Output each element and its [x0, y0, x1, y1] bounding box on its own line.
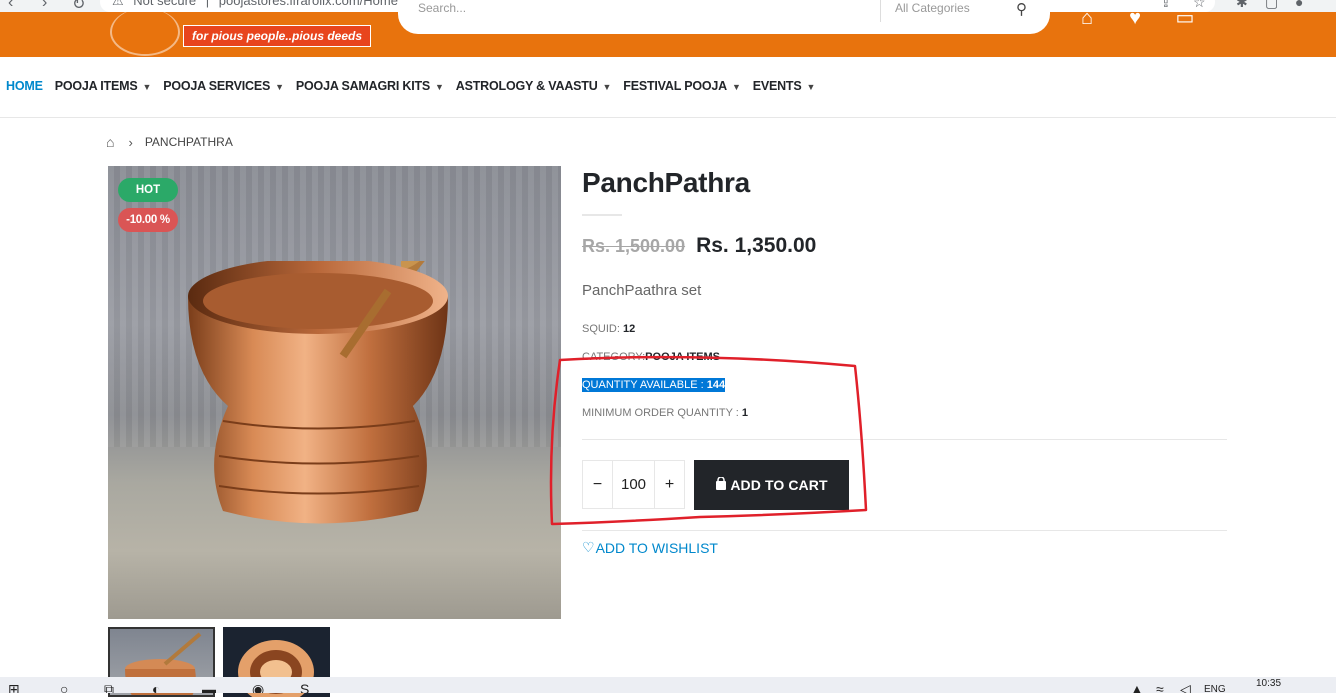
nav-item-pooja-samagri-kits[interactable]: POOJA SAMAGRI KITS ▼ [296, 79, 444, 93]
quantity-available-value: 144 [706, 379, 726, 391]
chevron-right-icon: › [128, 134, 133, 150]
product-title: PanchPathra [582, 167, 750, 198]
back-icon[interactable]: ‹ [8, 0, 13, 12]
add-to-cart-button[interactable]: ADD TO CART [694, 460, 849, 510]
network-icon[interactable]: ▲ [1130, 681, 1144, 693]
category-row: CATEGORY:POOJA ITEMS [582, 351, 720, 363]
nav-list: HOME POOJA ITEMS ▼ POOJA SERVICES ▼ POOJA … [6, 79, 827, 93]
file-explorer-icon[interactable]: ▬ [202, 681, 216, 693]
windows-taskbar: ⊞ ○ ⧉ ◐ ▬ ◉ S ▲ ≈ ◁ ENG 10:35 [0, 677, 1336, 693]
main-nav: HOME POOJA ITEMS ▼ POOJA SERVICES ▼ POOJA … [0, 57, 1336, 118]
selected-text: QUANTITY AVAILABLE : 144 [582, 378, 726, 392]
logo-icon[interactable] [110, 8, 180, 56]
category-select[interactable]: All Categories [880, 0, 1008, 22]
edge-icon[interactable]: ◐ [152, 681, 160, 693]
chevron-down-icon: ▼ [435, 82, 444, 92]
old-price: Rs. 1,500.00 [582, 236, 686, 256]
breadcrumb: ⌂ › PANCHPATHRA [106, 134, 233, 150]
add-to-cart-label: ADD TO CART [730, 477, 828, 493]
task-view-icon[interactable]: ⧉ [104, 681, 114, 693]
nav-item-pooja-items[interactable]: POOJA ITEMS ▼ [55, 79, 152, 93]
title-divider [582, 214, 622, 216]
breadcrumb-current: PANCHPATHRA [144, 135, 233, 149]
search-icon[interactable]: ⚲ [1016, 0, 1027, 18]
minimum-order-row: MINIMUM ORDER QUANTITY : 1 [582, 407, 749, 419]
nav-item-home[interactable]: HOME [6, 79, 43, 93]
clock[interactable]: 10:35 [1256, 678, 1281, 689]
profile-avatar-icon[interactable]: ● [1295, 0, 1303, 10]
windows-start-icon[interactable]: ⊞ [8, 681, 20, 693]
chevron-down-icon: ▼ [806, 82, 816, 92]
not-secure-label: Not secure [133, 0, 197, 8]
chevron-down-icon: ▼ [142, 82, 152, 92]
squid-value: 12 [622, 323, 636, 335]
quantity-available-row: QUANTITY AVAILABLE : 144 [582, 378, 726, 392]
forward-icon[interactable]: › [42, 0, 47, 12]
minimum-order-value: 1 [741, 407, 749, 419]
new-price: Rs. 1,350.00 [696, 234, 817, 257]
chrome-icon[interactable]: ◉ [252, 681, 264, 693]
wifi-icon[interactable]: ≈ [1156, 681, 1164, 693]
add-to-wishlist-link[interactable]: ♡ ADD TO WISHLIST [582, 539, 718, 556]
product-details: PanchPathra Rs. 1,500.00 Rs. 1,350.00 Pa… [582, 166, 1227, 556]
sidebar-icon[interactable]: ▢ [1265, 0, 1278, 11]
copper-vessel-image [188, 261, 453, 524]
wishlist-heart-icon[interactable]: ♥ [1122, 8, 1148, 28]
divider [582, 439, 1227, 440]
chevron-down-icon: ▼ [731, 82, 741, 92]
quantity-stepper: − 100 + [582, 460, 685, 509]
skype-icon[interactable]: S [300, 681, 309, 693]
user-icon[interactable]: ⌂ [1074, 8, 1100, 28]
category-link[interactable]: POOJA ITEMS [645, 351, 720, 363]
nav-item-astrology-vaastu[interactable]: ASTROLOGY & VAASTU ▼ [456, 79, 612, 93]
search-icon[interactable]: ○ [60, 681, 68, 693]
site-header: for pious people..pious deeds Search... … [0, 0, 1336, 57]
search-bar: Search... All Categories ⚲ [398, 0, 1050, 34]
increment-button[interactable]: + [655, 461, 684, 508]
quantity-input[interactable]: 100 [612, 461, 655, 508]
product-description: PanchPaathra set [582, 282, 702, 299]
nav-item-events[interactable]: EVENTS ▼ [753, 79, 816, 93]
nav-item-festival-pooja[interactable]: FESTIVAL POOJA ▼ [623, 79, 741, 93]
volume-icon[interactable]: ◁ [1180, 681, 1191, 693]
home-icon[interactable]: ⌂ [106, 134, 114, 150]
heart-outline-icon: ♡ [582, 539, 595, 555]
chevron-down-icon: ▼ [602, 82, 612, 92]
logo-tagline: for pious people..pious deeds [183, 25, 371, 47]
price-row: Rs. 1,500.00 Rs. 1,350.00 [582, 234, 1227, 258]
nav-item-pooja-services[interactable]: POOJA SERVICES ▼ [163, 79, 284, 93]
warning-icon: ⚠ [112, 0, 124, 8]
extensions-icon[interactable]: ✱ [1236, 0, 1248, 11]
decrement-button[interactable]: − [583, 461, 612, 508]
divider [582, 530, 1227, 531]
cart-icon[interactable]: ▭ [1172, 8, 1198, 28]
search-input[interactable]: Search... [418, 0, 466, 16]
share-icon[interactable]: ⇪ [1160, 0, 1172, 11]
squid-row: SQUID: 12 [582, 323, 636, 335]
chevron-down-icon: ▼ [275, 82, 284, 92]
discount-badge: -10.00 % [118, 208, 178, 232]
language-indicator[interactable]: ENG [1204, 684, 1226, 693]
shopping-bag-icon [715, 476, 727, 493]
hot-badge: HOT [118, 178, 178, 202]
reload-icon[interactable]: ↻ [72, 0, 85, 12]
product-main-image[interactable]: HOT -10.00 % [108, 166, 561, 619]
